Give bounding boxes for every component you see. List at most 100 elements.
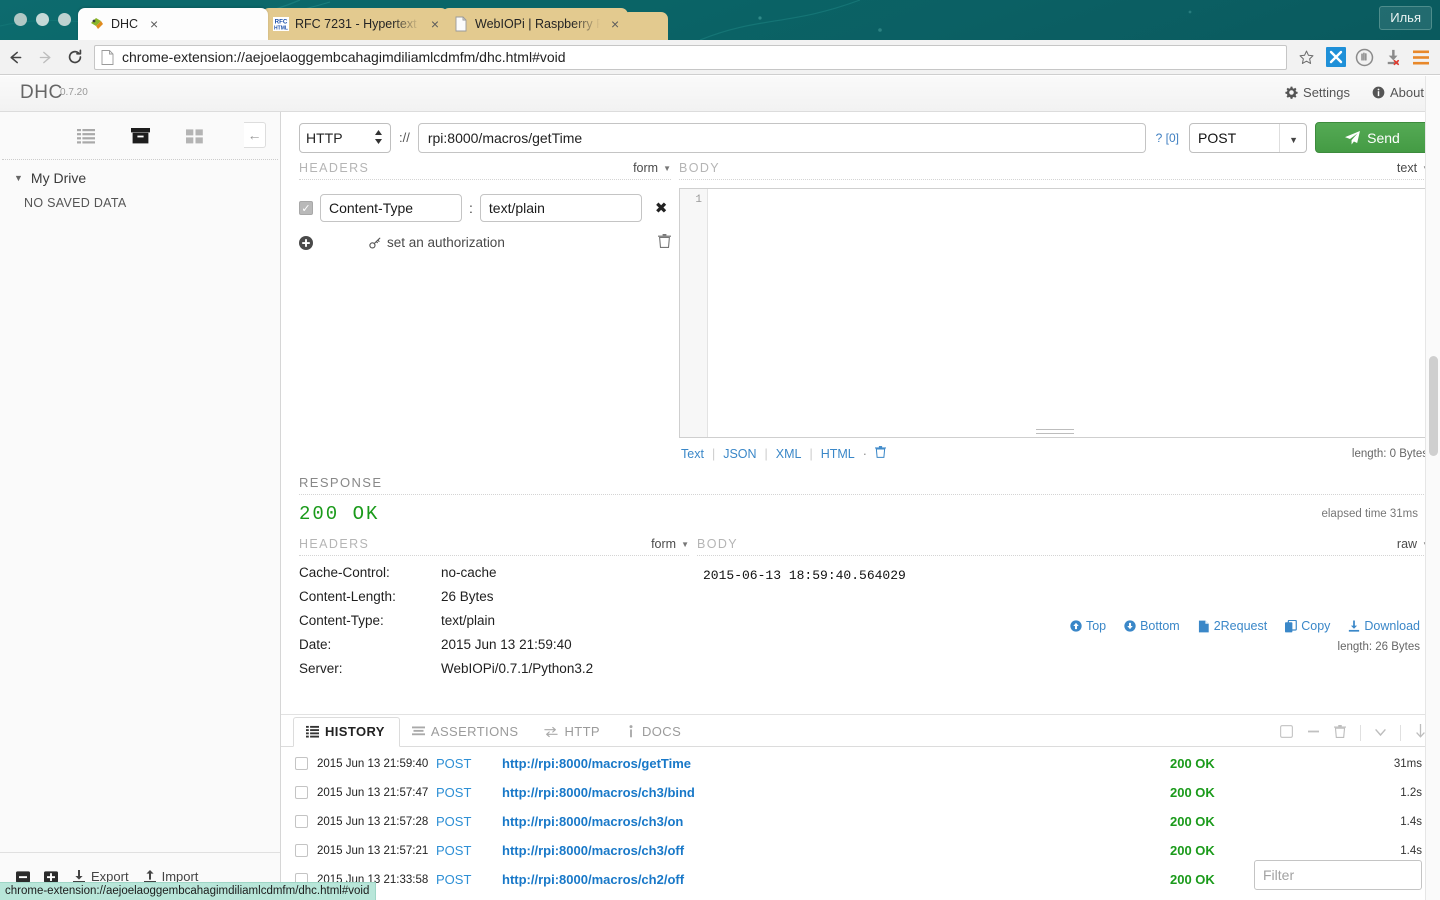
stop-hand-icon[interactable] [1350, 44, 1378, 70]
row-checkbox[interactable] [295, 844, 308, 857]
star-icon[interactable] [1293, 45, 1319, 69]
download-blocked-icon[interactable] [1378, 44, 1406, 70]
row-url[interactable]: http://rpi:8000/macros/ch2/off [502, 872, 1170, 887]
window-close-button[interactable] [14, 13, 27, 26]
back-arrow-icon[interactable] [0, 43, 30, 71]
response-header-row: Server: WebIOPi/0.7.1/Python3.2 [299, 661, 689, 676]
minus-icon[interactable] [1307, 725, 1320, 741]
response-body-label: BODY [697, 537, 739, 551]
hamburger-menu-icon[interactable] [1406, 44, 1436, 70]
header-value-input[interactable]: text/plain [479, 194, 642, 222]
row-url[interactable]: http://rpi:8000/macros/ch3/on [502, 814, 1170, 829]
row-url[interactable]: http://rpi:8000/macros/ch3/off [502, 843, 1170, 858]
header-value-value: text/plain [488, 200, 545, 216]
to-request-button[interactable]: 2Request [1198, 619, 1267, 633]
settings-button[interactable]: Settings [1285, 85, 1350, 100]
archive-icon[interactable] [130, 127, 150, 145]
send-button[interactable]: Send [1315, 122, 1430, 153]
x-extension-icon[interactable] [1322, 44, 1350, 70]
set-authorization-button[interactable]: set an authorization [369, 235, 505, 250]
grid-view-icon[interactable] [185, 127, 204, 145]
browser-tab-dhc[interactable]: DHC × [78, 8, 268, 40]
trash-icon[interactable] [874, 446, 886, 461]
window-minimize-button[interactable] [36, 13, 49, 26]
remove-header-button[interactable]: ✖ [655, 199, 668, 217]
trash-icon[interactable] [658, 234, 671, 251]
method-value: POST [1198, 129, 1237, 146]
address-bar[interactable]: chrome-extension://aejoelaoggembcahagimd… [94, 44, 1287, 70]
close-icon[interactable]: × [148, 16, 160, 32]
app-nav[interactable]: Settings About [1285, 85, 1424, 100]
method-select[interactable]: POST ▼ [1189, 122, 1307, 153]
trash-icon[interactable] [1334, 724, 1346, 741]
about-button[interactable]: About [1372, 85, 1424, 100]
row-checkbox[interactable] [295, 786, 308, 799]
set-authorization-label: set an authorization [387, 235, 505, 250]
editor-resize-grip[interactable] [1035, 426, 1074, 434]
tab-docs[interactable]: DOCS [614, 718, 695, 746]
browser-tab-rfc[interactable]: RFC HTML RFC 7231 - Hypertext Tran × [262, 8, 448, 40]
scheme-separator: :// [399, 130, 410, 145]
row-url[interactable]: http://rpi:8000/macros/ch3/bind [502, 785, 1170, 800]
body-type-xml[interactable]: XML [776, 447, 802, 461]
scroll-top-button[interactable]: Top [1070, 619, 1106, 633]
download-button[interactable]: Download [1348, 619, 1420, 633]
close-icon[interactable]: × [610, 16, 620, 32]
header-enabled-checkbox[interactable]: ✓ [299, 201, 313, 215]
request-url-input[interactable]: rpi:8000/macros/getTime [417, 122, 1146, 153]
select-all-checkbox[interactable] [1280, 724, 1294, 741]
scroll-top-label: Top [1085, 619, 1107, 633]
response-actions[interactable]: Top Bottom 2Request Copy Download [697, 619, 1430, 633]
history-toolbar[interactable] [1280, 724, 1426, 741]
plus-circle-icon[interactable] [299, 235, 313, 250]
window-controls[interactable] [14, 13, 71, 26]
tab-history[interactable]: HISTORY [293, 717, 400, 747]
body-type-text[interactable]: Text [681, 447, 704, 461]
caret-down-icon[interactable] [1375, 725, 1386, 740]
request-body-editor[interactable]: 1 [679, 188, 1430, 438]
exchange-icon [544, 726, 559, 737]
query-params-indicator[interactable]: ? [0] [1156, 131, 1179, 145]
response-headers-section: HEADERS form ▼ Cache-Control: no-cache C… [299, 537, 689, 676]
sidebar-item-my-drive[interactable]: ▼ My Drive [0, 160, 280, 186]
caret-down-icon[interactable]: ▼ [14, 173, 23, 183]
close-icon[interactable]: × [430, 16, 440, 32]
sidebar-tools[interactable]: ← [0, 112, 280, 159]
scheme-select[interactable]: HTTP [299, 122, 391, 153]
browser-tab-webiopi[interactable]: WebIOPi | Raspberry Pi IoT × [442, 8, 628, 40]
table-row[interactable]: 2015 Jun 13 21:57:28 POST http://rpi:800… [281, 807, 1440, 836]
row-method: POST [436, 843, 472, 858]
list-view-icon[interactable] [76, 127, 95, 145]
collapse-left-icon[interactable]: ← [244, 122, 266, 148]
row-url[interactable]: http://rpi:8000/macros/getTime [502, 756, 1170, 771]
send-label: Send [1367, 129, 1400, 146]
body-type-json[interactable]: JSON [723, 447, 756, 461]
table-row[interactable]: 2015 Jun 13 21:57:47 POST http://rpi:800… [281, 778, 1440, 807]
window-maximize-button[interactable] [58, 13, 71, 26]
header-key-input[interactable]: Content-Type [320, 194, 462, 222]
response-headers-mode-toggle[interactable]: form ▼ [651, 537, 689, 551]
new-tab-button[interactable] [622, 12, 668, 40]
sidebar: ← ▼ My Drive NO SAVED DATA Export Import [0, 112, 281, 900]
tab-http[interactable]: HTTP [532, 718, 614, 746]
body-type-links[interactable]: Text | JSON | XML | HTML · [681, 446, 886, 461]
tab-assertions[interactable]: ASSERTIONS [400, 718, 533, 746]
row-checkbox[interactable] [295, 815, 308, 828]
profile-button[interactable]: Илья [1379, 6, 1432, 30]
body-type-html[interactable]: HTML [821, 447, 855, 461]
separator: · [862, 446, 867, 461]
request-headers-mode-toggle[interactable]: form ▼ [633, 161, 671, 175]
tab-strip[interactable]: DHC × RFC HTML RFC 7231 - Hypertext Tran… [78, 8, 668, 40]
assertions-icon [411, 726, 425, 736]
filter-input[interactable]: Filter [1254, 860, 1422, 890]
scroll-bottom-button[interactable]: Bottom [1124, 619, 1180, 633]
caret-down-icon[interactable]: ▼ [1289, 135, 1298, 145]
row-checkbox[interactable] [295, 757, 308, 770]
row-method: POST [436, 872, 472, 887]
table-row[interactable]: 2015 Jun 13 21:59:40 POST http://rpi:800… [281, 749, 1440, 778]
reload-icon[interactable] [60, 43, 90, 71]
history-tabs[interactable]: HISTORY ASSERTIONS HTTP DOCS [281, 715, 1440, 747]
copy-button[interactable]: Copy [1285, 619, 1330, 633]
scrollbar-thumb[interactable] [1429, 356, 1438, 456]
main-scrollbar[interactable] [1425, 76, 1440, 900]
